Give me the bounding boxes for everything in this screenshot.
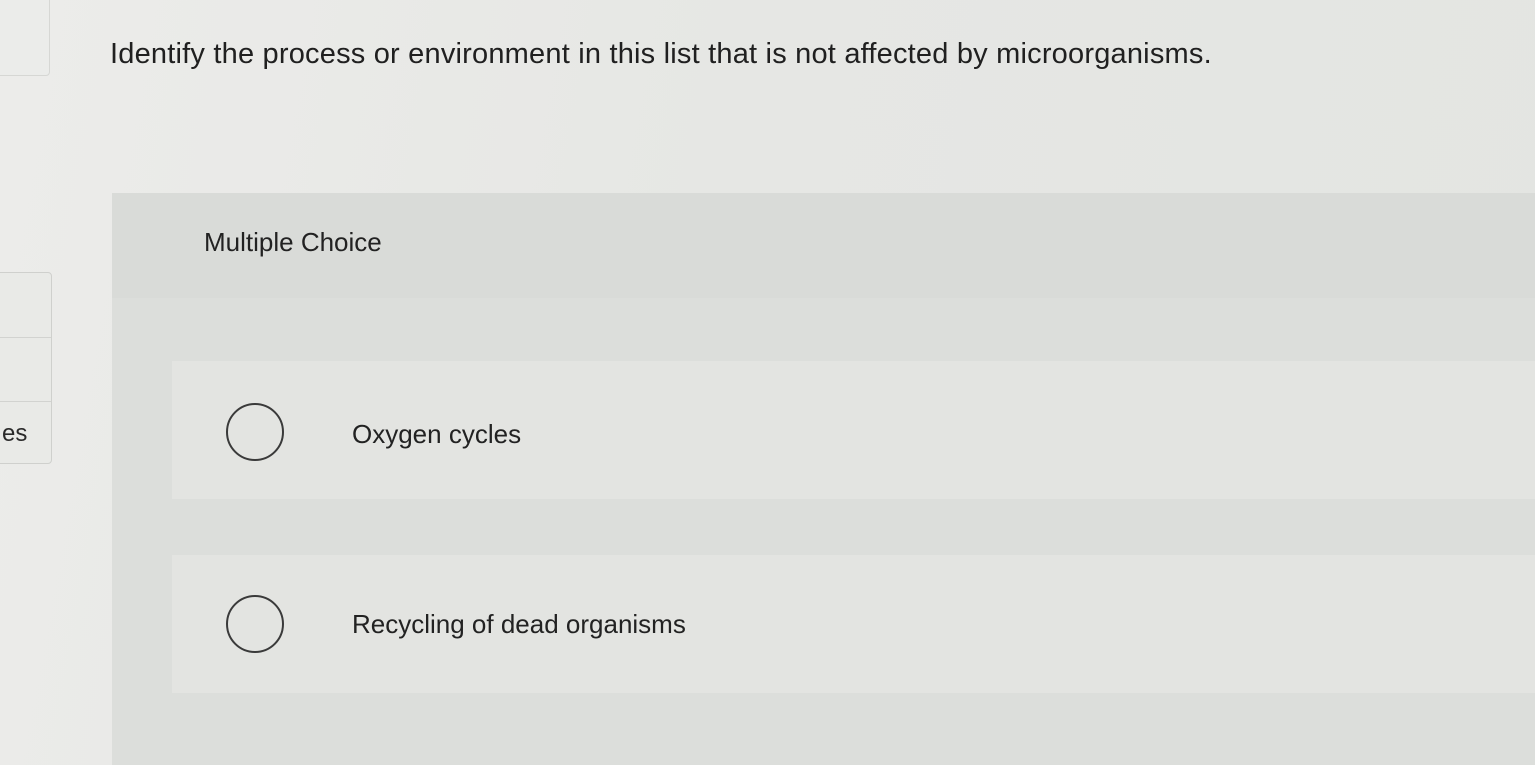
- left-rail-top-box: [0, 0, 50, 76]
- question-text: Identify the process or environment in t…: [110, 38, 1212, 70]
- question-type-label: Multiple Choice: [204, 227, 382, 257]
- answer-option-label: Recycling of dead organisms: [352, 609, 686, 639]
- left-rail-divider: [0, 401, 51, 402]
- answer-option[interactable]: Oxygen cycles: [172, 361, 1535, 499]
- answer-option[interactable]: Recycling of dead organisms: [172, 555, 1535, 693]
- radio-button-icon[interactable]: [226, 403, 284, 461]
- left-rail-label: es: [2, 420, 28, 447]
- left-rail-divider: [0, 337, 51, 338]
- answer-panel-header: Multiple Choice: [112, 193, 1535, 298]
- radio-button-icon[interactable]: [226, 595, 284, 653]
- answer-panel: Multiple Choice Oxygen cycles Recycling …: [112, 193, 1535, 765]
- answer-option-label: Oxygen cycles: [352, 419, 522, 449]
